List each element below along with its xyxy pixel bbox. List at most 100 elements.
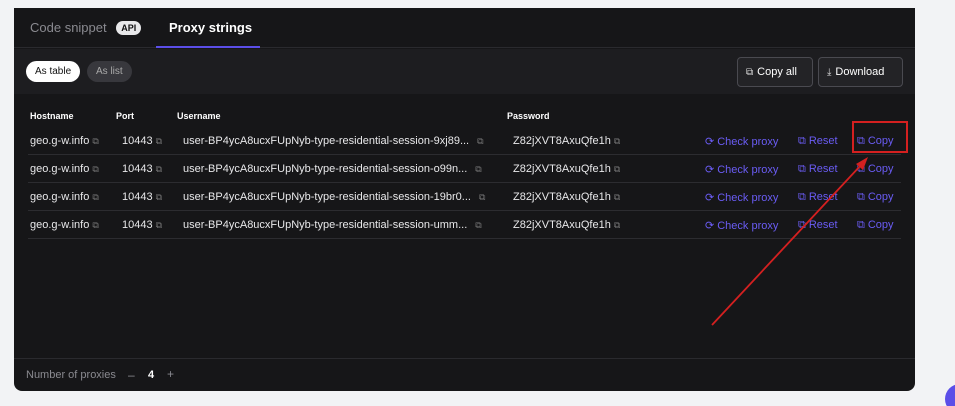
port-cell: 10443 ⧉ bbox=[122, 219, 162, 231]
check-proxy-link[interactable]: ⟳ Check proxy bbox=[705, 191, 778, 204]
copy-link[interactable]: ⧉ Copy bbox=[857, 163, 894, 176]
copy-all-label: Copy all bbox=[757, 66, 797, 78]
port-text: 10443 bbox=[122, 219, 153, 231]
reset-label: Reset bbox=[808, 191, 838, 203]
copy-icon[interactable]: ⧉ bbox=[92, 220, 98, 230]
copy-icon[interactable]: ⧉ bbox=[477, 136, 483, 146]
as-table-toggle[interactable]: As table bbox=[26, 61, 81, 82]
hostname-cell: geo.g-w.info ⧉ bbox=[30, 135, 99, 147]
username-text: user-BP4ycA8ucxFUpNyb-type-residential-s… bbox=[183, 135, 470, 147]
copy-icon[interactable]: ⧉ bbox=[92, 192, 98, 202]
password-text: Z82jXVT8AxuQfe1h bbox=[513, 191, 611, 203]
tab-code-snippet-label: Code snippet bbox=[30, 20, 107, 35]
refresh-icon: ⟳ bbox=[705, 164, 715, 176]
reset-link[interactable]: ⧉ Reset bbox=[798, 163, 838, 176]
port-text: 10443 bbox=[122, 163, 153, 175]
copy-all-button[interactable]: ⧉ Copy all bbox=[737, 57, 813, 87]
password-cell: Z82jXVT8AxuQfe1h ⧉ bbox=[513, 135, 620, 147]
password-text: Z82jXVT8AxuQfe1h bbox=[513, 135, 611, 147]
copy-icon[interactable]: ⧉ bbox=[614, 164, 620, 174]
tab-bar: Code snippet API Proxy strings bbox=[14, 8, 915, 48]
proxy-count-value: 4 bbox=[148, 369, 155, 381]
check-proxy-label: Check proxy bbox=[717, 164, 779, 176]
check-proxy-link[interactable]: ⟳ Check proxy bbox=[705, 135, 778, 148]
refresh-icon: ⟳ bbox=[705, 220, 715, 232]
download-label: Download bbox=[835, 66, 885, 78]
reset-link[interactable]: ⧉ Reset bbox=[798, 219, 838, 232]
port-cell: 10443 ⧉ bbox=[122, 191, 162, 203]
port-text: 10443 bbox=[122, 135, 153, 147]
api-badge: API bbox=[116, 21, 142, 35]
help-chat-bubble[interactable] bbox=[945, 384, 955, 406]
active-tab-indicator bbox=[156, 46, 260, 48]
table-row: geo.g-w.info ⧉ 10443 ⧉ user-BP4ycA8ucxFUpNyb… bbox=[28, 183, 901, 211]
decrement-button[interactable]: – bbox=[128, 368, 135, 382]
username-text: user-BP4ycA8ucxFUpNyb-type-residential-s… bbox=[183, 219, 468, 231]
reset-label: Reset bbox=[808, 163, 838, 175]
copy-icon[interactable]: ⧉ bbox=[156, 192, 162, 202]
copy-link[interactable]: ⧉ Copy bbox=[857, 219, 894, 232]
check-proxy-label: Check proxy bbox=[717, 220, 779, 232]
header-username: Username bbox=[177, 111, 221, 121]
download-button[interactable]: ⤓ Download bbox=[818, 57, 903, 87]
reset-icon: ⧉ bbox=[798, 191, 806, 203]
header-password: Password bbox=[507, 111, 550, 121]
port-text: 10443 bbox=[122, 191, 153, 203]
copy-icon[interactable]: ⧉ bbox=[614, 136, 620, 146]
toolbar: As table As list ⧉ Copy all ⤓ Download bbox=[14, 49, 915, 94]
table-row: geo.g-w.info ⧉ 10443 ⧉ user-BP4ycA8ucxFUpNyb… bbox=[28, 127, 901, 155]
username-cell: user-BP4ycA8ucxFUpNyb-type-residential-s… bbox=[183, 135, 484, 147]
annotation-highlight-box bbox=[852, 121, 908, 153]
copy-icon[interactable]: ⧉ bbox=[475, 164, 481, 174]
reset-icon: ⧉ bbox=[798, 163, 806, 175]
hostname-cell: geo.g-w.info ⧉ bbox=[30, 219, 99, 231]
download-icon: ⤓ bbox=[827, 67, 832, 78]
copy-link[interactable]: ⧉ Copy bbox=[857, 191, 894, 204]
password-cell: Z82jXVT8AxuQfe1h ⧉ bbox=[513, 219, 620, 231]
password-cell: Z82jXVT8AxuQfe1h ⧉ bbox=[513, 191, 620, 203]
as-list-toggle[interactable]: As list bbox=[87, 61, 132, 82]
username-cell: user-BP4ycA8ucxFUpNyb-type-residential-s… bbox=[183, 191, 485, 203]
copy-icon[interactable]: ⧉ bbox=[475, 220, 481, 230]
header-port: Port bbox=[116, 111, 134, 121]
username-cell: user-BP4ycA8ucxFUpNyb-type-residential-s… bbox=[183, 219, 482, 231]
copy-icon: ⧉ bbox=[857, 163, 865, 175]
reset-link[interactable]: ⧉ Reset bbox=[798, 191, 838, 204]
copy-icon: ⧉ bbox=[746, 67, 754, 78]
header-hostname: Hostname bbox=[30, 111, 74, 121]
tab-proxy-strings[interactable]: Proxy strings bbox=[169, 20, 252, 48]
copy-icon[interactable]: ⧉ bbox=[614, 220, 620, 230]
check-proxy-label: Check proxy bbox=[717, 192, 779, 204]
table-row: geo.g-w.info ⧉ 10443 ⧉ user-BP4ycA8ucxFUpNyb… bbox=[28, 211, 901, 239]
proxy-count-label: Number of proxies bbox=[26, 369, 116, 381]
port-cell: 10443 ⧉ bbox=[122, 163, 162, 175]
copy-icon[interactable]: ⧉ bbox=[92, 136, 98, 146]
reset-label: Reset bbox=[808, 135, 838, 147]
copy-icon[interactable]: ⧉ bbox=[479, 192, 485, 202]
reset-icon: ⧉ bbox=[798, 135, 806, 147]
username-cell: user-BP4ycA8ucxFUpNyb-type-residential-s… bbox=[183, 163, 482, 175]
footer: Number of proxies – 4 + bbox=[14, 358, 915, 391]
copy-icon[interactable]: ⧉ bbox=[92, 164, 98, 174]
hostname-cell: geo.g-w.info ⧉ bbox=[30, 163, 99, 175]
copy-icon[interactable]: ⧉ bbox=[156, 220, 162, 230]
copy-label: Copy bbox=[867, 191, 894, 203]
copy-icon: ⧉ bbox=[857, 219, 865, 231]
hostname-text: geo.g-w.info bbox=[30, 219, 90, 231]
increment-button[interactable]: + bbox=[167, 367, 174, 381]
copy-label: Copy bbox=[867, 163, 894, 175]
password-text: Z82jXVT8AxuQfe1h bbox=[513, 219, 611, 231]
table-row: geo.g-w.info ⧉ 10443 ⧉ user-BP4ycA8ucxFUpNyb… bbox=[28, 155, 901, 183]
reset-link[interactable]: ⧉ Reset bbox=[798, 135, 838, 148]
copy-label: Copy bbox=[867, 219, 894, 231]
copy-icon[interactable]: ⧉ bbox=[156, 136, 162, 146]
tab-code-snippet[interactable]: Code snippet API bbox=[30, 20, 142, 48]
copy-icon[interactable]: ⧉ bbox=[156, 164, 162, 174]
check-proxy-link[interactable]: ⟳ Check proxy bbox=[705, 163, 778, 176]
copy-icon[interactable]: ⧉ bbox=[614, 192, 620, 202]
hostname-text: geo.g-w.info bbox=[30, 163, 90, 175]
password-cell: Z82jXVT8AxuQfe1h ⧉ bbox=[513, 163, 620, 175]
check-proxy-link[interactable]: ⟳ Check proxy bbox=[705, 219, 778, 232]
password-text: Z82jXVT8AxuQfe1h bbox=[513, 163, 611, 175]
refresh-icon: ⟳ bbox=[705, 136, 715, 148]
